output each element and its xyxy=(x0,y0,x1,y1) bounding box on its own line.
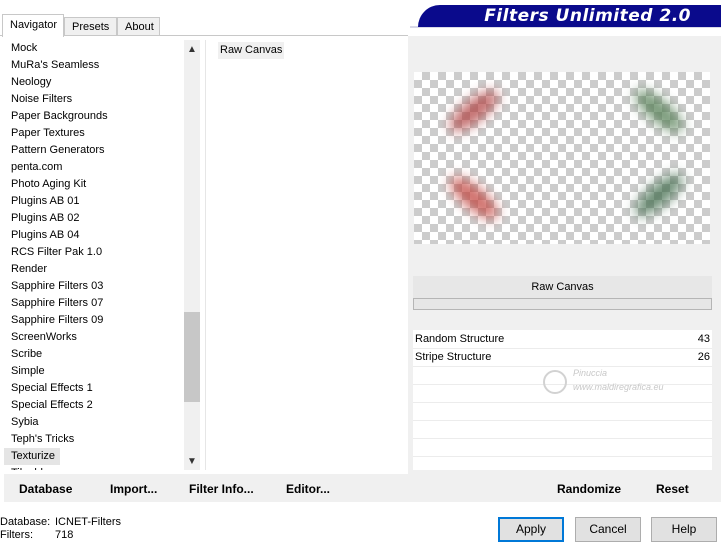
param-label: Stripe Structure xyxy=(415,351,492,363)
param-label: Random Structure xyxy=(415,333,505,345)
category-scrollbar[interactable]: ▲ ▼ xyxy=(184,40,200,470)
list-item[interactable]: penta.com xyxy=(4,159,184,176)
list-item[interactable]: ScreenWorks xyxy=(4,329,184,346)
list-item[interactable]: Neology xyxy=(4,74,184,91)
param-row-empty xyxy=(413,420,712,439)
status-database-value: ICNET-Filters xyxy=(55,516,121,528)
right-action-bar: Randomize Reset xyxy=(413,474,712,502)
list-item[interactable]: MuRa's Seamless xyxy=(4,57,184,74)
list-item[interactable]: Special Effects 2 xyxy=(4,397,184,414)
param-value[interactable]: 43 xyxy=(698,330,710,348)
watermark: Pinuccia www.maldiregrafica.eu xyxy=(535,366,695,410)
editor-button[interactable]: Editor... xyxy=(286,474,330,504)
list-item[interactable]: Teph's Tricks xyxy=(4,431,184,448)
param-row-stripe-structure[interactable]: Stripe Structure 26 xyxy=(413,348,712,367)
preview-streak xyxy=(628,83,690,139)
selected-filter-name: Raw Canvas xyxy=(413,276,712,298)
filter-list[interactable]: Raw Canvas xyxy=(205,40,406,470)
list-item[interactable]: RCS Filter Pak 1.0 xyxy=(4,244,184,261)
database-button[interactable]: Database xyxy=(19,474,72,504)
list-item[interactable]: Simple xyxy=(4,363,184,380)
watermark-line1: Pinuccia xyxy=(573,368,608,378)
list-item[interactable]: Noise Filters xyxy=(4,91,184,108)
left-action-bar: Database Import... Filter Info... Editor… xyxy=(4,474,408,502)
list-item[interactable]: Sapphire Filters 03 xyxy=(4,278,184,295)
preview-streak xyxy=(443,83,505,139)
filter-info-button[interactable]: Filter Info... xyxy=(189,474,254,504)
reset-button[interactable]: Reset xyxy=(656,474,689,504)
app-title: Filters Unlimited 2.0 xyxy=(484,6,691,26)
tab-presets[interactable]: Presets xyxy=(64,17,117,36)
tab-bar: Navigator Presets About xyxy=(0,14,400,37)
import-button[interactable]: Import... xyxy=(110,474,157,504)
list-item[interactable]: Sybia xyxy=(4,414,184,431)
status-database-label: Database: xyxy=(0,516,51,528)
param-value[interactable]: 26 xyxy=(698,348,710,366)
list-item[interactable]: Render xyxy=(4,261,184,278)
chevron-up-icon[interactable]: ▲ xyxy=(184,42,200,58)
preview-image xyxy=(414,72,710,244)
list-item[interactable]: Paper Textures xyxy=(4,125,184,142)
watermark-logo-icon xyxy=(543,370,567,394)
help-button[interactable]: Help xyxy=(651,517,717,542)
progress-bar xyxy=(413,298,712,310)
apply-button[interactable]: Apply xyxy=(498,517,564,542)
status-filters-value: 718 xyxy=(55,529,74,541)
list-item[interactable]: Sapphire Filters 09 xyxy=(4,312,184,329)
tab-navigator[interactable]: Navigator xyxy=(2,14,64,37)
preview-streak xyxy=(628,167,690,223)
preview-streak xyxy=(443,170,505,226)
list-item[interactable]: Pattern Generators xyxy=(4,142,184,159)
app-banner: Filters Unlimited 2.0 xyxy=(418,5,721,27)
chevron-down-icon[interactable]: ▼ xyxy=(184,454,200,470)
list-item[interactable]: Paper Backgrounds xyxy=(4,108,184,125)
list-item[interactable]: Plugins AB 02 xyxy=(4,210,184,227)
list-item[interactable]: Texturize xyxy=(4,448,60,465)
list-item[interactable]: Scribe xyxy=(4,346,184,363)
list-item[interactable]: Plugins AB 04 xyxy=(4,227,184,244)
status-area: Database: ICNET-Filters Filters: 718 xyxy=(0,516,121,542)
list-item[interactable]: Sapphire Filters 07 xyxy=(4,295,184,312)
cancel-button[interactable]: Cancel xyxy=(575,517,641,542)
scroll-thumb[interactable] xyxy=(184,312,200,402)
param-row-random-structure[interactable]: Random Structure 43 xyxy=(413,330,712,349)
status-filters-label: Filters: xyxy=(0,529,33,541)
tab-about[interactable]: About xyxy=(117,17,160,36)
category-list[interactable]: Mock MuRa's Seamless Neology Noise Filters P… xyxy=(4,40,184,470)
list-item[interactable]: Tileables xyxy=(4,465,184,470)
list-item[interactable]: Plugins AB 01 xyxy=(4,193,184,210)
randomize-button[interactable]: Randomize xyxy=(557,474,621,504)
list-item[interactable]: Special Effects 1 xyxy=(4,380,184,397)
list-item[interactable]: Photo Aging Kit xyxy=(4,176,184,193)
filter-item[interactable]: Raw Canvas xyxy=(218,42,285,59)
watermark-line2: www.maldiregrafica.eu xyxy=(573,382,664,392)
param-row-empty xyxy=(413,438,712,457)
list-item[interactable]: Mock xyxy=(4,40,184,57)
